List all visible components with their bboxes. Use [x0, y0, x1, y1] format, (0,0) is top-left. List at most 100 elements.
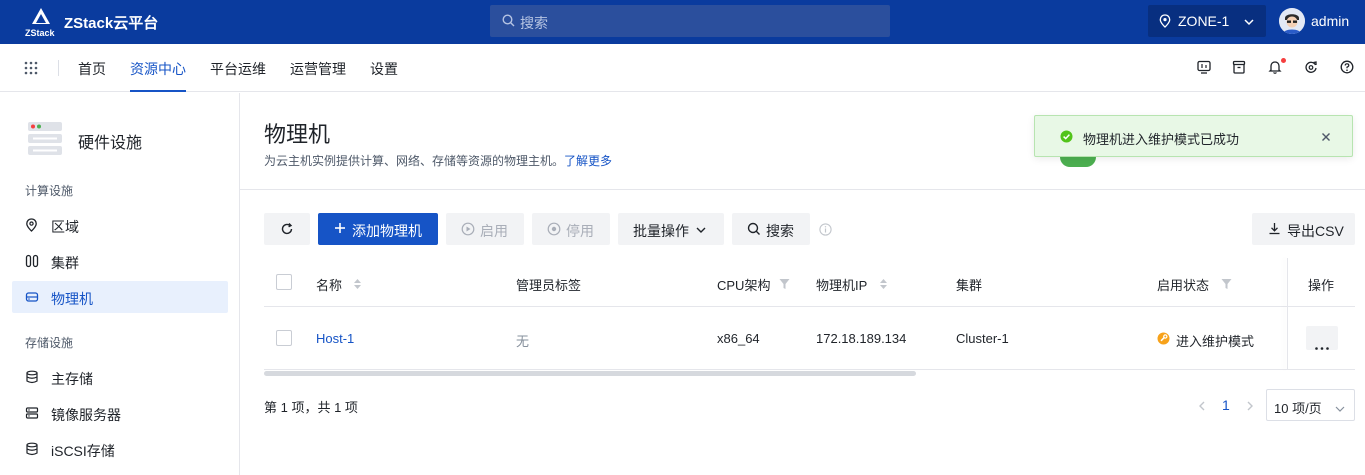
add-host-button[interactable]: 添加物理机	[318, 213, 438, 245]
monitor-icon[interactable]	[1197, 60, 1211, 77]
column-header-status[interactable]: 启用状态	[1157, 275, 1209, 294]
refresh-icon	[280, 222, 294, 239]
main-nav: 首页 资源中心 平台运维 运营管理 设置	[0, 44, 1365, 92]
chevron-down-icon	[695, 223, 707, 239]
column-header-host-ip[interactable]: 物理机IP	[816, 275, 867, 294]
global-search-input[interactable]: 搜索	[490, 5, 890, 37]
page-title: 物理机	[264, 122, 331, 147]
maintenance-status-icon	[1157, 332, 1170, 348]
cluster-icon	[25, 254, 39, 271]
storage-bucket-icon[interactable]	[1232, 60, 1246, 77]
toast-message: 物理机进入维护模式已成功	[1083, 132, 1240, 147]
hardware-icon	[27, 120, 63, 159]
download-icon	[1268, 222, 1281, 238]
sidebar-item-image-server[interactable]: 镜像服务器	[12, 397, 228, 429]
help-icon[interactable]	[1340, 60, 1354, 77]
pagination-info: 第 1 项，共 1 项	[264, 400, 358, 415]
plus-icon	[334, 221, 346, 238]
page-description: 为云主机实例提供计算、网络、存储等资源的物理主机。了解更多	[264, 152, 612, 169]
zone-name: ZONE-1	[1178, 13, 1230, 29]
sidebar-item-iscsi-storage[interactable]: iSCSI存储	[12, 433, 228, 465]
admin-tag-cell: 无	[516, 334, 530, 349]
chevron-right-icon[interactable]	[1245, 399, 1255, 415]
disable-button[interactable]: 停用	[532, 213, 610, 245]
app-name: ZStack云平台	[64, 15, 159, 32]
cluster-cell: Cluster-1	[956, 331, 1009, 346]
sidebar-title: 硬件设施	[78, 135, 143, 152]
horizontal-scrollbar[interactable]	[264, 371, 916, 376]
host-name-link[interactable]: Host-1	[316, 331, 354, 346]
location-pin-icon	[1159, 14, 1171, 31]
bell-icon[interactable]	[1268, 60, 1282, 77]
column-header-actions: 操作	[1308, 278, 1335, 293]
sidebar-item-host[interactable]: 物理机	[12, 281, 228, 313]
server-icon	[25, 406, 39, 423]
sidebar-item-label: 集群	[51, 255, 79, 271]
refresh-button[interactable]	[264, 213, 310, 245]
sidebar-item-cluster[interactable]: 集群	[12, 245, 228, 277]
header-divider	[240, 189, 1365, 190]
status-chart-fragment	[1060, 157, 1096, 167]
play-circle-icon	[461, 222, 475, 239]
batch-actions-button[interactable]: 批量操作	[618, 213, 724, 245]
nav-home[interactable]: 首页	[78, 59, 106, 79]
avatar[interactable]	[1279, 8, 1305, 34]
filter-icon[interactable]	[779, 277, 790, 293]
search-placeholder: 搜索	[520, 15, 548, 31]
page-size-value: 10 项/页	[1274, 401, 1322, 416]
page-number[interactable]: 1	[1222, 397, 1230, 413]
location-icon	[25, 218, 38, 235]
settings-cycle-icon[interactable]	[1304, 60, 1318, 77]
fixed-column-divider	[1287, 258, 1288, 370]
section-compute: 计算设施	[25, 184, 74, 198]
cpu-arch-cell: x86_64	[717, 331, 760, 346]
database-icon	[25, 370, 39, 387]
app-grid-icon[interactable]	[24, 61, 38, 78]
nav-platform-ops[interactable]: 平台运维	[210, 59, 266, 79]
zone-selector[interactable]: ZONE-1	[1148, 5, 1266, 37]
nav-settings[interactable]: 设置	[370, 59, 398, 79]
status-cell: 进入维护模式	[1176, 334, 1255, 349]
column-header-cpu-arch[interactable]: CPU架构	[717, 275, 770, 294]
sidebar-item-label: 主存储	[51, 371, 93, 387]
row-more-button[interactable]	[1306, 326, 1338, 350]
sidebar-item-label: iSCSI存储	[51, 443, 115, 459]
row-divider	[264, 369, 1355, 370]
search-button[interactable]: 搜索	[732, 213, 810, 245]
close-icon[interactable]	[1320, 130, 1332, 146]
add-host-label: 添加物理机	[352, 223, 422, 239]
header-row-divider	[264, 306, 1355, 307]
nav-operation-mgmt[interactable]: 运营管理	[290, 59, 346, 79]
page-size-select[interactable]: 10 项/页	[1266, 389, 1355, 421]
search-icon	[747, 222, 761, 239]
batch-actions-label: 批量操作	[633, 223, 689, 239]
column-header-name[interactable]: 名称	[316, 275, 342, 294]
sort-icon[interactable]	[879, 277, 888, 293]
info-icon[interactable]	[819, 223, 832, 239]
sidebar-item-primary-storage[interactable]: 主存储	[12, 361, 228, 393]
sidebar-item-label: 镜像服务器	[51, 407, 121, 423]
nav-active-indicator	[130, 90, 186, 92]
top-bar: ZStack ZStack云平台 搜索 ZONE-1 admin	[0, 0, 1365, 44]
notification-dot	[1281, 58, 1286, 63]
chevron-left-icon[interactable]	[1197, 399, 1207, 415]
search-icon	[502, 14, 515, 30]
search-label: 搜索	[766, 223, 794, 239]
nav-divider	[58, 60, 59, 76]
chevron-down-icon	[1243, 15, 1255, 31]
host-ip-cell: 172.18.189.134	[816, 331, 907, 346]
sidebar: 硬件设施 计算设施 区域 集群 物理机 存储设施 主存储 镜像服务器 iSCSI…	[0, 93, 240, 475]
chevron-down-icon	[1335, 401, 1345, 416]
sort-icon[interactable]	[353, 277, 362, 293]
enable-button[interactable]: 启用	[446, 213, 524, 245]
sidebar-item-zone[interactable]: 区域	[12, 209, 228, 241]
export-csv-button[interactable]: 导出CSV	[1252, 213, 1355, 245]
zstack-logo-icon[interactable]: ZStack	[24, 6, 58, 38]
filter-icon[interactable]	[1221, 277, 1232, 293]
user-name[interactable]: admin	[1311, 13, 1349, 29]
learn-more-link[interactable]: 了解更多	[564, 154, 612, 168]
row-checkbox[interactable]	[276, 330, 292, 346]
disable-label: 停用	[566, 223, 594, 239]
nav-resource-center[interactable]: 资源中心	[130, 59, 186, 79]
select-all-checkbox[interactable]	[276, 274, 292, 290]
